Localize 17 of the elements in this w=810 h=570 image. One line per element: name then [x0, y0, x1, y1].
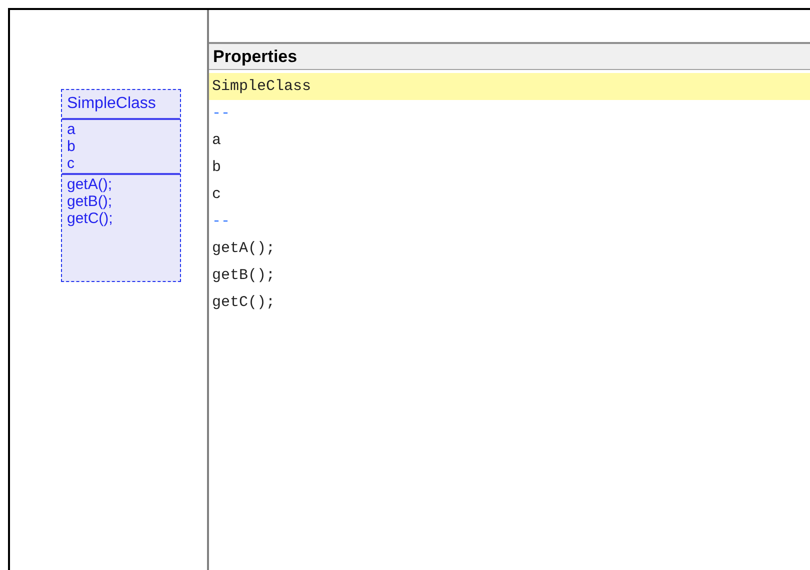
property-line[interactable]: getA(); [209, 235, 810, 262]
property-line[interactable]: c [209, 181, 810, 208]
property-line[interactable]: a [209, 127, 810, 154]
class-attribute: a [67, 121, 76, 138]
class-attribute: c [67, 155, 76, 172]
property-line[interactable]: getC(); [209, 289, 810, 316]
class-method: getC(); [67, 210, 114, 227]
class-method: getA(); [67, 176, 114, 193]
separator-line[interactable]: -- [209, 100, 810, 127]
class-method: getB(); [67, 193, 114, 210]
separator-line[interactable]: -- [209, 208, 810, 235]
class-name: SimpleClass [67, 94, 157, 114]
properties-header: Properties [209, 44, 810, 70]
property-line[interactable]: b [209, 154, 810, 181]
class-box[interactable]: SimpleClass a b c getA(); getB(); getC(); [61, 89, 181, 282]
property-line[interactable]: getB(); [209, 262, 810, 289]
class-attribute: b [67, 138, 76, 155]
